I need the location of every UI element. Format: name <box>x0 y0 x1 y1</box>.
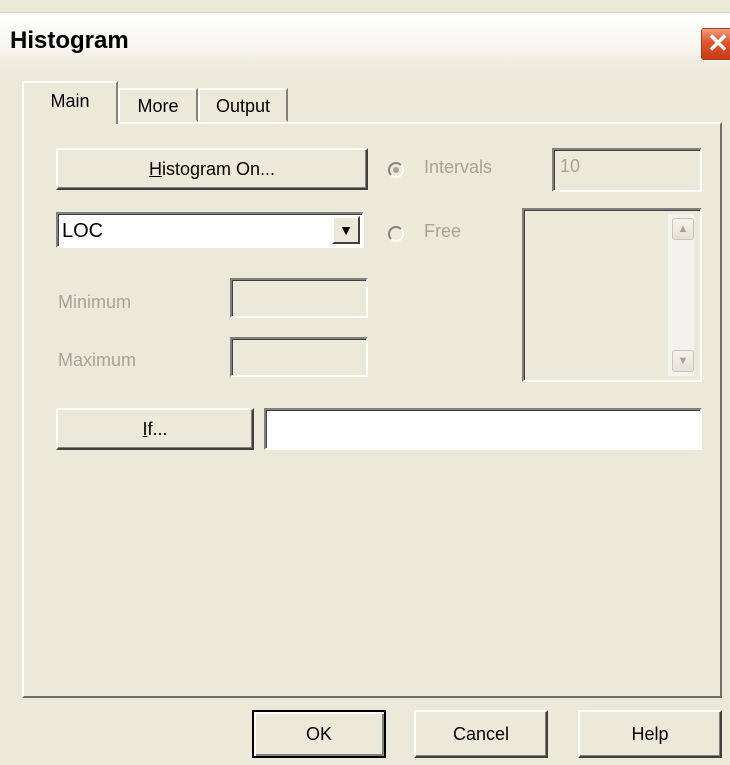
ok-label: OK <box>305 724 332 744</box>
free-radio[interactable] <box>388 226 404 242</box>
ok-button[interactable]: OK <box>252 710 386 758</box>
histogram-dialog: Histogram ✕ Main More Output Histogram O… <box>0 0 730 765</box>
cancel-label: Cancel <box>452 724 510 744</box>
panel-content: Histogram On... LOC ▼ Minimum Maximum In… <box>0 0 730 765</box>
scroll-down-icon[interactable]: ▼ <box>672 350 694 372</box>
intervals-field[interactable]: 10 <box>552 148 702 192</box>
chevron-down-icon[interactable]: ▼ <box>332 216 360 244</box>
intervals-label: Intervals <box>424 157 493 177</box>
if-button[interactable]: If... <box>56 408 254 450</box>
if-label: f... <box>147 419 168 439</box>
free-label: Free <box>424 221 462 241</box>
variable-select[interactable]: LOC <box>56 212 364 248</box>
histogram-on-label: istogram On... <box>161 159 276 179</box>
maximum-label: Maximum <box>58 350 137 370</box>
help-label: Help <box>631 724 669 744</box>
minimum-field[interactable] <box>230 278 368 318</box>
if-expression-input[interactable] <box>264 408 702 450</box>
intervals-value: 10 <box>560 156 581 176</box>
maximum-field[interactable] <box>230 337 368 377</box>
minimum-label: Minimum <box>58 292 132 312</box>
free-values-list[interactable]: ▲ ▼ <box>522 208 702 382</box>
variable-select-value: LOC <box>62 220 104 242</box>
cancel-button[interactable]: Cancel <box>414 710 548 758</box>
help-button[interactable]: Help <box>578 710 722 758</box>
radio-selected-dot <box>393 167 399 173</box>
histogram-on-mnemonic: H <box>148 159 162 179</box>
scroll-up-icon[interactable]: ▲ <box>672 218 694 240</box>
intervals-radio[interactable] <box>388 162 404 178</box>
histogram-on-button[interactable]: Histogram On... <box>56 148 368 190</box>
